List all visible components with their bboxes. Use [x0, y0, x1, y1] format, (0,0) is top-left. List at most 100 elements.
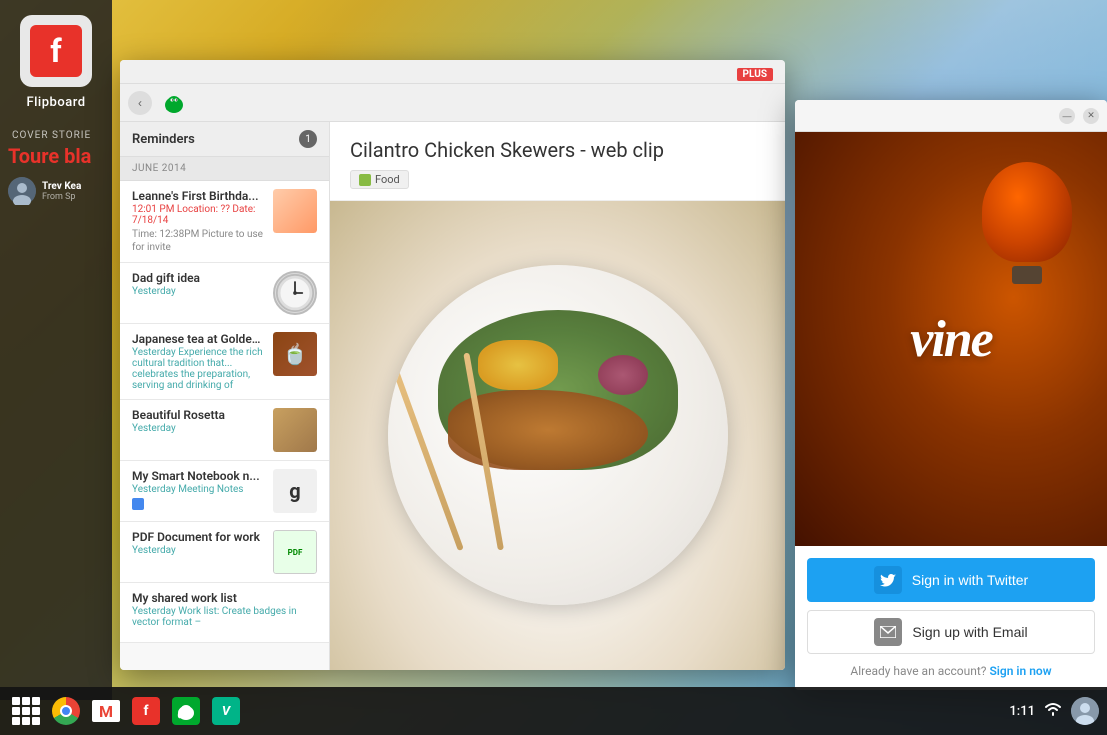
evernote-plus-area: PLUS: [120, 60, 785, 84]
vine-signin-link[interactable]: Sign in now: [989, 664, 1051, 678]
flipboard-cover-label: Cover Storie: [8, 130, 104, 141]
vine-window: — ✕ vine Sign in with Twitter Si: [795, 100, 1107, 690]
vine-logo: vine: [910, 310, 992, 369]
note-item[interactable]: Japanese tea at Golden... Yesterday Expe…: [120, 324, 329, 400]
gmail-m: M: [99, 702, 113, 721]
taskbar-right: 1:11: [1009, 697, 1099, 725]
note-item[interactable]: Dad gift idea Yesterday: [120, 263, 329, 324]
vine-signin-text: Already have an account? Sign in now: [807, 664, 1095, 678]
note-info: Dad gift idea Yesterday: [132, 271, 265, 297]
vine-close-button[interactable]: ✕: [1083, 108, 1099, 124]
twitter-btn-label: Sign in with Twitter: [912, 572, 1028, 588]
sign-in-twitter-button[interactable]: Sign in with Twitter: [807, 558, 1095, 602]
taskbar-time: 1:11: [1009, 704, 1035, 719]
signin-prompt: Already have an account?: [850, 664, 986, 678]
note-info: Japanese tea at Golden... Yesterday Expe…: [132, 332, 265, 391]
evernote-main: Cilantro Chicken Skewers - web clip Food: [330, 122, 785, 670]
chrome-icon: [52, 697, 80, 725]
note-title: Leanne's First Birthda...: [132, 189, 265, 203]
note-title: Dad gift idea: [132, 271, 265, 285]
note-info: My Smart Notebook n... Yesterday Meeting…: [132, 469, 265, 510]
grid-dot: [22, 707, 30, 715]
evernote-window: PLUS ‹ Reminders 1 JUNE 2014: [120, 60, 785, 670]
taskbar-flipboard[interactable]: f: [128, 693, 164, 729]
evernote-sidebar: Reminders 1 JUNE 2014 Leanne's First Bir…: [120, 122, 330, 670]
note-title: Beautiful Rosetta: [132, 408, 265, 422]
notes-section-header: JUNE 2014: [120, 157, 329, 181]
note-tag-icon: [359, 174, 371, 186]
note-meta: Yesterday Meeting Notes: [132, 484, 265, 495]
taskbar: M f V 1:11: [0, 687, 1107, 735]
note-title-main: Cilantro Chicken Skewers - web clip: [350, 138, 765, 162]
flipboard-sidebar: f Flipboard Cover Storie Toure bla Trev …: [0, 0, 112, 700]
flipboard-username: Trev Kea: [42, 181, 104, 192]
vine-minimize-button[interactable]: —: [1059, 108, 1075, 124]
vine-taskbar-icon: V: [212, 697, 240, 725]
note-info: My shared work list Yesterday Work list:…: [132, 591, 317, 628]
plate: [388, 265, 728, 605]
note-item[interactable]: Beautiful Rosetta Yesterday: [120, 400, 329, 461]
note-thumb: 🍵: [273, 332, 317, 376]
taskbar-app-launcher[interactable]: [8, 693, 44, 729]
flipboard-content: Cover Storie Toure bla Trev Kea From Sp: [0, 130, 112, 205]
note-item[interactable]: My shared work list Yesterday Work list:…: [120, 583, 329, 643]
note-thumb: PDF: [273, 530, 317, 574]
flipboard-logo[interactable]: f: [20, 15, 92, 87]
taskbar-gmail[interactable]: M: [88, 693, 124, 729]
food-image: [330, 201, 785, 671]
sign-up-email-button[interactable]: Sign up with Email: [807, 610, 1095, 654]
taskbar-apps: M f V: [8, 693, 244, 729]
note-title: Japanese tea at Golden...: [132, 332, 265, 346]
note-info: Leanne's First Birthda... 12:01 PM Locat…: [132, 189, 265, 254]
note-meta: 12:01 PM Location: ?? Date: 7/18/14: [132, 204, 265, 226]
note-meta: Yesterday: [132, 423, 265, 434]
twitter-icon: [874, 566, 902, 594]
grid-dot: [12, 697, 20, 705]
grid-dot: [12, 707, 20, 715]
taskbar-user-avatar[interactable]: [1071, 697, 1099, 725]
grid-dot: [32, 707, 40, 715]
grid-dot: [32, 717, 40, 725]
note-meta: Yesterday: [132, 545, 265, 556]
email-icon: [874, 618, 902, 646]
hot-air-balloon: [977, 162, 1077, 292]
back-button[interactable]: ‹: [128, 91, 152, 115]
taskbar-chrome[interactable]: [48, 693, 84, 729]
food-pile: [418, 310, 698, 560]
gmail-icon: M: [92, 700, 120, 722]
grid-dot: [22, 717, 30, 725]
notebook-checkbox: [132, 498, 144, 510]
evernote-titlebar: ‹: [120, 84, 785, 122]
flipboard-taskbar-icon: f: [132, 697, 160, 725]
reminders-label: Reminders: [132, 132, 195, 147]
onion: [598, 355, 648, 395]
note-title: PDF Document for work: [132, 530, 265, 544]
note-tag: Food: [350, 170, 409, 189]
taskbar-vine[interactable]: V: [208, 693, 244, 729]
note-image-area: [330, 201, 785, 671]
grid-icon: [12, 697, 40, 725]
reminders-badge: 1: [299, 130, 317, 148]
flipboard-usersub: From Sp: [42, 192, 104, 202]
flipboard-title: Flipboard: [26, 95, 85, 110]
mango: [478, 340, 558, 390]
note-thumb: g: [273, 469, 317, 513]
flipboard-avatar: [8, 177, 36, 205]
taskbar-evernote[interactable]: [168, 693, 204, 729]
note-item[interactable]: My Smart Notebook n... Yesterday Meeting…: [120, 461, 329, 522]
note-info: PDF Document for work Yesterday: [132, 530, 265, 556]
evernote-elephant-icon: [160, 89, 188, 117]
evernote-body: Reminders 1 JUNE 2014 Leanne's First Bir…: [120, 122, 785, 670]
flipboard-user-info: Trev Kea From Sp: [42, 181, 104, 202]
note-item[interactable]: PDF Document for work Yesterday PDF: [120, 522, 329, 583]
grid-dot: [32, 697, 40, 705]
grid-dot: [22, 697, 30, 705]
note-item[interactable]: Leanne's First Birthda... 12:01 PM Locat…: [120, 181, 329, 263]
evernote-taskbar-icon: [172, 697, 200, 725]
balloon-top: [982, 162, 1072, 262]
vine-background: vine: [795, 132, 1107, 546]
note-thumb: [273, 408, 317, 452]
note-meta: Yesterday Experience the rich cultural t…: [132, 347, 265, 391]
flipboard-user: Trev Kea From Sp: [8, 177, 104, 205]
wifi-icon: [1043, 701, 1063, 721]
